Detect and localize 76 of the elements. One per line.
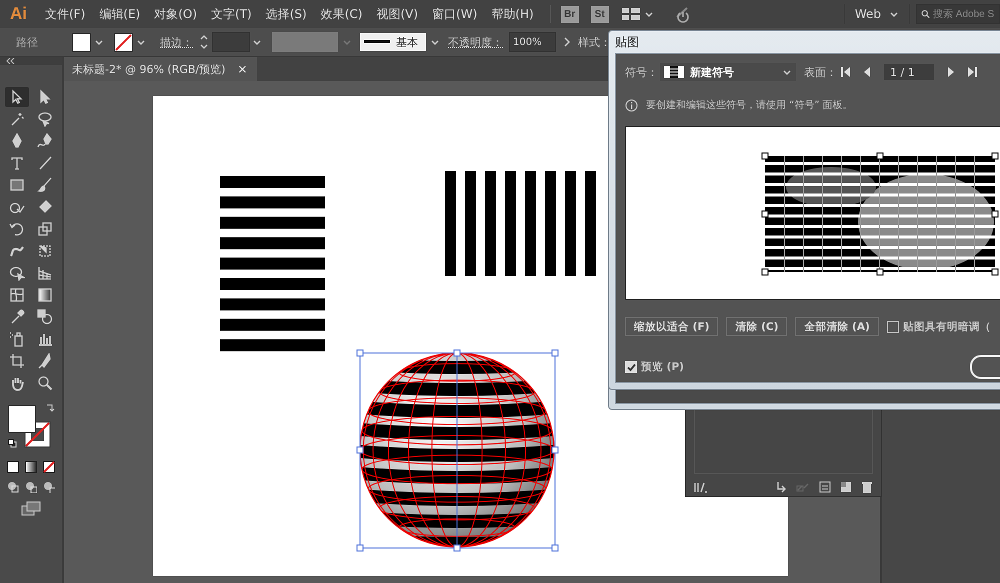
checkbox-label[interactable]: 贴图具有明暗调（ [902,320,991,334]
caret-icon[interactable] [430,38,440,46]
chevron-icon[interactable] [562,36,572,48]
document-tab[interactable]: 未标题-2* @ 96% (RGB/预览) × [64,57,258,81]
dialog-button[interactable]: 清除 (C) [726,317,788,336]
last-icon[interactable] [968,67,977,77]
dialog-button[interactable]: 缩放以适合 (F) [625,317,718,336]
checkbox[interactable] [625,361,637,373]
menu-item[interactable]: 视图(V) [372,4,422,24]
page-field[interactable]: 1 / 1 [884,64,934,80]
stroke-label[interactable]: 描边： [160,34,193,50]
gradient-mode-icon[interactable] [25,461,37,473]
stroke-line-icon [364,40,390,44]
checkbox[interactable] [886,320,899,332]
info-icon [625,98,638,112]
menu-item[interactable]: 对象(O) [150,4,202,24]
checkbox-label[interactable]: 预览 (P) [641,360,684,374]
caret-icon[interactable] [136,38,146,46]
opacity-field[interactable]: 100% [509,32,556,52]
place-icon[interactable] [775,481,787,493]
caret-icon[interactable] [644,10,654,18]
info-text: 要创建和编辑这些符号，请使用 “符号” 面板。 [646,98,853,112]
menu-item[interactable]: 编辑(E) [95,4,144,24]
symbol-label: 符号： [625,64,658,80]
caret-icon [782,68,792,76]
close-icon[interactable]: × [237,62,248,76]
symbol-thumbnail-icon [664,66,684,78]
unlink-icon [796,481,810,493]
menu-item[interactable]: 选择(S) [262,4,311,24]
first-icon[interactable] [841,67,850,77]
app-button[interactable]: St [590,6,609,22]
app-button[interactable]: Br [560,6,579,22]
fill-swatch[interactable] [72,32,91,52]
sync-icon[interactable] [674,5,692,23]
search-icon [921,8,930,20]
menu-item[interactable]: 文字(T) [207,4,256,24]
screen-mode-icon[interactable] [21,501,41,517]
next-icon[interactable] [948,67,954,77]
layout-icon[interactable] [620,7,641,21]
default-colors-icon[interactable] [8,439,17,448]
stroke-swatch[interactable] [114,32,133,52]
new-item-icon[interactable] [840,481,852,493]
library-icon[interactable] [694,481,708,493]
workspace-switcher[interactable]: Web [844,4,910,24]
caret-icon [889,10,899,18]
properties-icon[interactable] [819,481,831,493]
surface-label: 表面： [804,64,837,80]
dialog-button[interactable]: 全部清除 (A) [795,317,879,336]
menu-item[interactable]: 窗口(W) [428,4,482,24]
object-type-label: 路径 [16,34,39,50]
opacity-label[interactable]: 不透明度： [448,34,503,50]
collapse-icon[interactable] [6,58,16,64]
style-label: 样式： [578,34,611,50]
symbol-dropdown[interactable]: 新建符号 [660,63,796,81]
draw-inside-icon[interactable] [43,481,55,493]
app-logo: Ai [10,4,27,24]
brush-profile-dropdown[interactable]: 基本 [360,33,426,51]
variable-width-field[interactable] [272,32,338,52]
menu-item[interactable]: 效果(C) [316,4,366,24]
color-mode-icon[interactable] [7,461,19,473]
stroke-weight-field[interactable] [212,32,250,52]
menu-item[interactable]: 帮助(H) [487,4,538,24]
fill-color-swatch[interactable] [8,405,36,433]
previous-icon[interactable] [864,67,870,77]
menu-item[interactable]: 文件(F) [41,4,90,24]
caret-icon [342,38,352,46]
draw-behind-icon[interactable] [25,481,37,493]
search-field[interactable]: 搜索 Adobe S [916,4,1000,24]
caret-icon[interactable] [94,38,104,46]
no-color-icon[interactable] [43,461,55,473]
caret-icon[interactable] [252,38,262,46]
dialog-title: 贴图 [614,34,640,50]
swap-icon[interactable] [46,403,55,412]
spinner-icon[interactable] [199,33,209,51]
trash-icon[interactable] [861,481,873,493]
draw-normal-icon[interactable] [7,481,19,493]
